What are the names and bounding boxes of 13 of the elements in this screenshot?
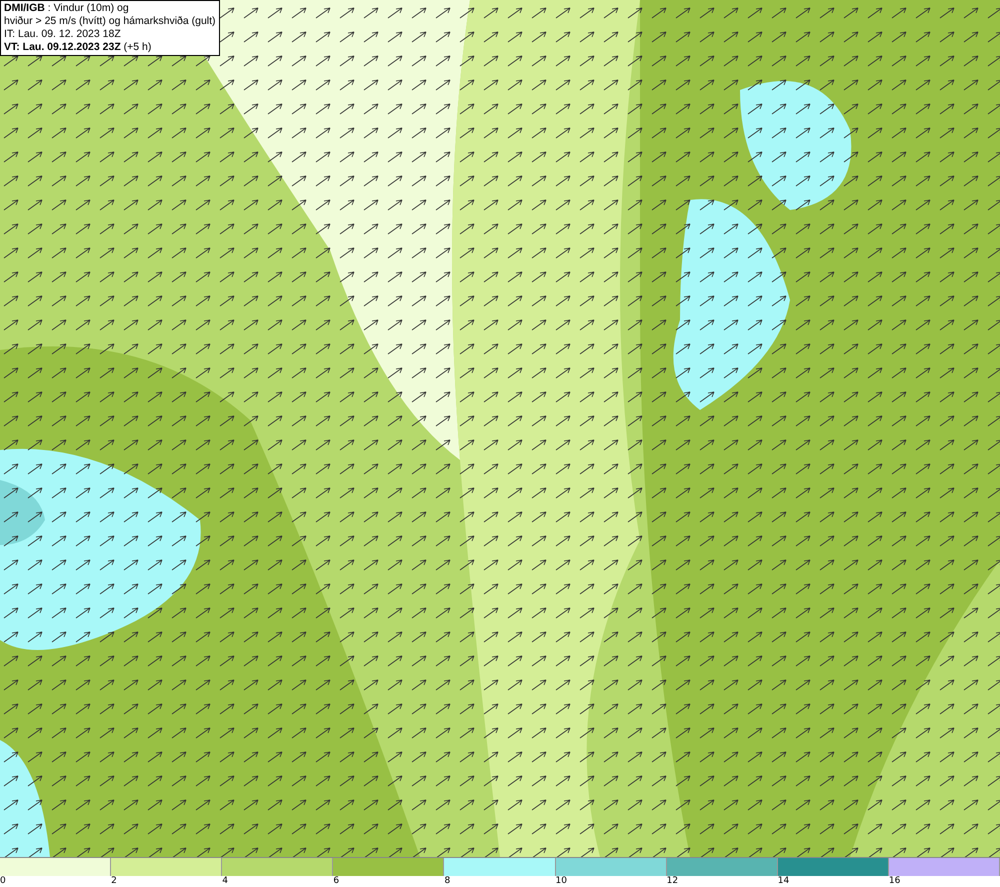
legend-tick-label: 6 [333, 876, 340, 887]
legend-tick-label: 8 [444, 876, 450, 887]
header-text: hviður > 25 m/s (hvítt) og hámarkshviða (gult) [4, 15, 216, 28]
legend-tick-label: 14 [778, 876, 790, 887]
header-text: DMI/IGB : Vindur (10m) og [4, 2, 130, 15]
legend-tick-label: 2 [111, 876, 117, 887]
legend-tick-label: 0 [0, 876, 6, 887]
header-text: IT: Lau. 09. 12. 2023 18Z [4, 28, 122, 41]
header-text: VT: Lau. 09.12.2023 23Z (+5 h) [4, 41, 152, 54]
legend-tick-label: 4 [222, 876, 228, 887]
legend-tick-label: 12 [666, 876, 678, 887]
legend-tick-label: 16 [888, 876, 900, 887]
legend-tick-label: 10 [556, 876, 567, 887]
